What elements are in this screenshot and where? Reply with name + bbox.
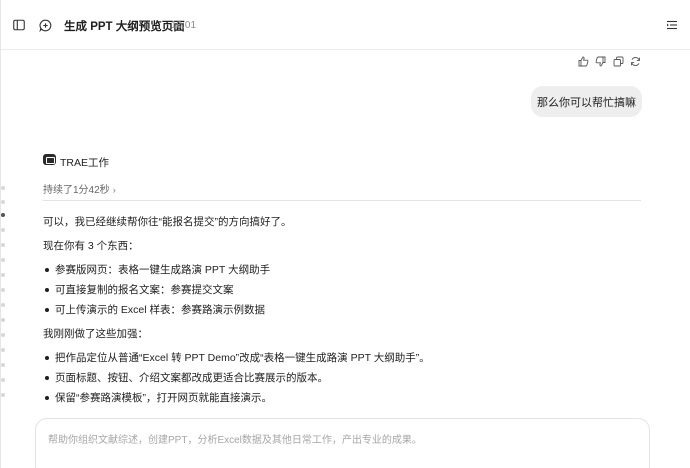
thumbs-up-icon[interactable]: [577, 55, 589, 67]
divider: [43, 200, 641, 201]
list-item: 保留“参赛路演模板”，打开网页就能直接演示。: [43, 391, 272, 405]
scroll-marker[interactable]: [1, 258, 5, 262]
scroll-marker[interactable]: [1, 288, 5, 292]
scroll-marker[interactable]: [1, 200, 5, 204]
response-intro: 可以，我已经继续帮你往“能报名提交”的方向搞好了。: [43, 216, 292, 228]
response-heading: 现在你有 3 个东西：: [43, 240, 139, 252]
list-item: 参赛版网页：表格一键生成路演 PPT 大纲助手: [43, 263, 270, 277]
response-heading: 我刚刚做了这些加强：: [43, 328, 148, 340]
user-message-text: 那么你可以帮忙搞嘛: [537, 96, 636, 109]
input-placeholder: 帮助你组织文献综述，创建PPT，分析Excel数据及其他日常工作，产出专业的成果…: [48, 435, 422, 446]
list-item: 可直接复制的报名文案：参赛提交文案: [43, 283, 234, 297]
list-item: 把作品定位从普通“Excel 转 PPT Demo”改成“表格一键生成路演 PP…: [43, 351, 430, 365]
scroll-marker[interactable]: [1, 228, 5, 232]
scroll-marker[interactable]: [1, 393, 5, 397]
scroll-marker[interactable]: [1, 243, 5, 247]
scroll-marker[interactable]: [1, 348, 5, 352]
sidebar-panel-icon[interactable]: [11, 17, 27, 33]
agent-badge-icon: [43, 154, 56, 165]
scroll-marker-active[interactable]: [1, 213, 5, 217]
scroll-marker[interactable]: [1, 186, 5, 190]
scroll-marker[interactable]: [1, 333, 5, 337]
user-message-bubble: 那么你可以帮忙搞嘛: [531, 86, 642, 117]
scroll-marker[interactable]: [1, 378, 5, 382]
duration-text: 持续了1分42秒: [43, 185, 110, 196]
refresh-icon[interactable]: [629, 55, 641, 67]
chevron-right-icon: ›: [112, 185, 116, 195]
copy-icon[interactable]: [612, 55, 624, 67]
top-bar: 生成 PPT 大纲预览页面 10:01: [1, 0, 690, 50]
scroll-marker[interactable]: [1, 318, 5, 322]
list-menu-icon[interactable]: [664, 17, 680, 33]
chat-window: 生成 PPT 大纲预览页面 10:01 那么你可以帮忙搞嘛 TRAE工作 持续了…: [0, 0, 690, 468]
message-input[interactable]: 帮助你组织文献综述，创建PPT，分析Excel数据及其他日常工作，产出专业的成果…: [35, 418, 650, 468]
scroll-marker[interactable]: [1, 303, 5, 307]
scroll-marker[interactable]: [1, 363, 5, 367]
agent-name: TRAE工作: [60, 157, 110, 169]
title-timestamp: 10:01: [171, 19, 197, 31]
scroll-marker[interactable]: [1, 273, 5, 277]
duration-toggle[interactable]: 持续了1分42秒 ›: [43, 181, 116, 196]
list-item: 可上传演示的 Excel 样表：参赛路演示例数据: [43, 303, 265, 317]
new-chat-icon[interactable]: [37, 17, 53, 33]
thumbs-down-icon[interactable]: [594, 55, 606, 67]
page-title: 生成 PPT 大纲预览页面: [64, 21, 185, 33]
list-item: 页面标题、按钮、介绍文案都改成更适合比赛展示的版本。: [43, 371, 328, 385]
